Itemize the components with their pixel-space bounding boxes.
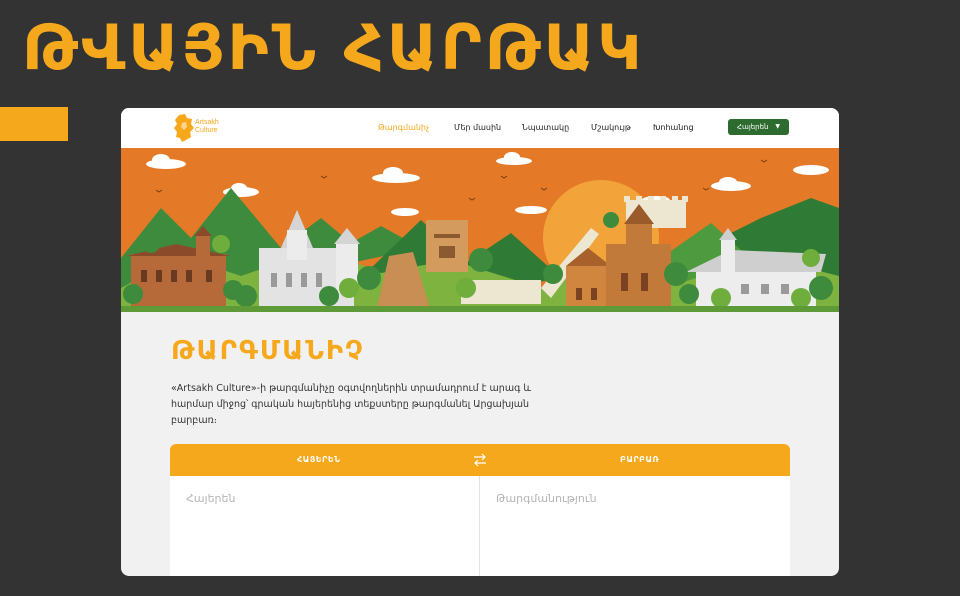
language-dropdown[interactable]: Հայերեն ▼: [728, 119, 789, 135]
page-title: ԹԱՐԳՄԱՆԻՉ: [171, 336, 365, 366]
nav-item-about[interactable]: Մեր մասին: [454, 123, 501, 132]
nav-item-goal[interactable]: Նպատակը: [522, 123, 569, 132]
chevron-down-icon: ▼: [775, 123, 780, 130]
nav-item-cuisine[interactable]: Խոհանոց: [653, 123, 694, 132]
logo-line-1: Artsakh: [195, 119, 219, 126]
swap-arrows-icon[interactable]: [472, 453, 488, 467]
translator-panel: ՀԱՅԵՐԵՆ ԲԱՐԲԱՌ Թարգմանություն: [170, 444, 790, 576]
target-language-label[interactable]: ԲԱՐԲԱՌ: [620, 455, 659, 464]
site-logo[interactable]: Artsakh Culture: [173, 113, 233, 143]
hero-title: ԹՎԱՅԻՆ ՀԱՐԹԱԿ: [22, 11, 645, 84]
translator-header: ՀԱՅԵՐԵՆ ԲԱՐԲԱՌ: [170, 444, 790, 476]
source-text-box: [170, 476, 480, 576]
artsakh-map-icon: [174, 114, 194, 142]
logo-text: Artsakh Culture: [195, 119, 235, 135]
accent-bar: [0, 107, 68, 141]
translation-output: Թարգմանություն: [496, 492, 597, 505]
target-text-box: Թարգմանություն: [480, 476, 790, 576]
logo-line-2: Culture: [195, 127, 218, 134]
source-language-label[interactable]: ՀԱՅԵՐԵՆ: [297, 455, 340, 464]
language-dropdown-label: Հայերեն: [737, 123, 769, 131]
page-description: «Artsakh Culture»-ի թարգմանիչը օգտվողներ…: [171, 383, 532, 426]
source-text-input[interactable]: [170, 476, 479, 576]
navbar: Artsakh Culture Թարգմանիչ Մեր մասին Նպատ…: [121, 108, 839, 148]
hero-banner: [121, 148, 839, 312]
website-preview: Artsakh Culture Թարգմանիչ Մեր մասին Նպատ…: [121, 108, 839, 576]
landscape-illustration: [121, 148, 839, 312]
nav-item-culture[interactable]: Մշակույթ: [591, 123, 631, 132]
nav-item-translator[interactable]: Թարգմանիչ: [378, 123, 429, 132]
